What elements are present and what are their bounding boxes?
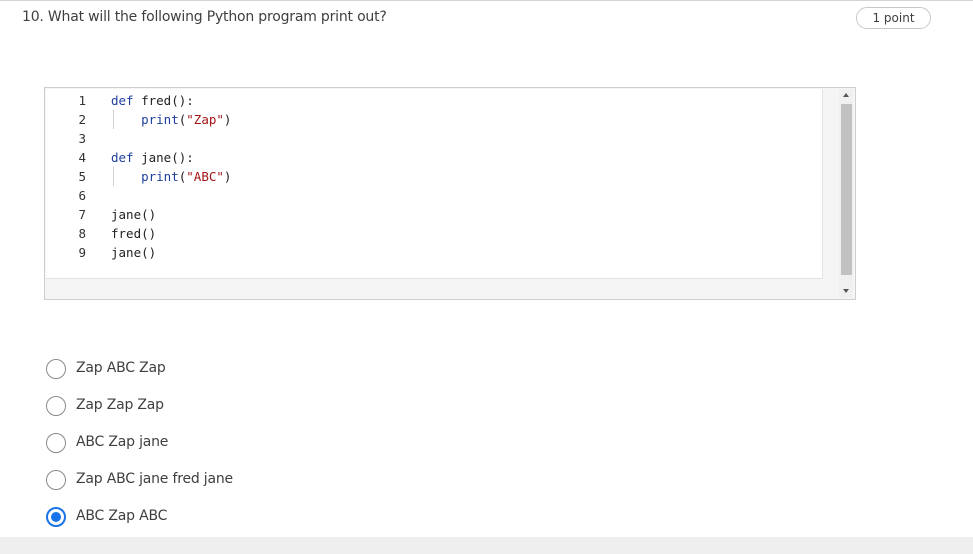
line-number: 9 bbox=[78, 245, 86, 260]
answer-option-label[interactable]: ABC Zap jane bbox=[76, 434, 168, 450]
scroll-down-arrow-icon[interactable] bbox=[843, 289, 849, 293]
code-text: def jane(): bbox=[111, 150, 194, 165]
footer-band bbox=[0, 537, 973, 554]
vertical-scrollbar[interactable] bbox=[839, 89, 853, 298]
answer-option[interactable]: ABC Zap ABC bbox=[46, 507, 446, 529]
answer-option[interactable]: Zap ABC jane fred jane bbox=[46, 470, 446, 492]
answer-option-label[interactable]: Zap ABC Zap bbox=[76, 360, 166, 376]
radio-unselected[interactable] bbox=[46, 470, 66, 490]
line-number: 6 bbox=[78, 188, 86, 203]
answer-option[interactable]: Zap ABC Zap bbox=[46, 359, 446, 381]
answer-option-label[interactable]: Zap ABC jane fred jane bbox=[76, 471, 233, 487]
code-line: 8 fred() bbox=[46, 224, 823, 243]
code-area[interactable]: 1 def fred(): 2 print("Zap") 3 4 def jane(): 5… bbox=[46, 89, 823, 279]
line-number: 5 bbox=[78, 169, 86, 184]
question-text: 10. What will the following Python progr… bbox=[22, 9, 387, 25]
code-line: 5 print("ABC") bbox=[46, 167, 823, 186]
code-text: print("ABC") bbox=[141, 169, 232, 184]
radio-unselected[interactable] bbox=[46, 359, 66, 379]
answer-option[interactable]: Zap Zap Zap bbox=[46, 396, 446, 418]
code-text: jane() bbox=[111, 207, 157, 222]
radio-dot-icon bbox=[51, 512, 61, 522]
line-number: 2 bbox=[78, 112, 86, 127]
line-number: 8 bbox=[78, 226, 86, 241]
radio-unselected[interactable] bbox=[46, 433, 66, 453]
code-text: fred() bbox=[111, 226, 157, 241]
radio-unselected[interactable] bbox=[46, 396, 66, 416]
line-number: 1 bbox=[78, 93, 86, 108]
code-line: 7 jane() bbox=[46, 205, 823, 224]
scroll-up-arrow-icon[interactable] bbox=[843, 93, 849, 97]
code-line: 3 bbox=[46, 129, 823, 148]
answer-option-label[interactable]: ABC Zap ABC bbox=[76, 508, 167, 524]
points-badge: 1 point bbox=[856, 7, 931, 29]
code-editor[interactable]: 1 def fred(): 2 print("Zap") 3 4 def jane(): 5… bbox=[44, 87, 856, 300]
line-number: 3 bbox=[78, 131, 86, 146]
code-line: 1 def fred(): bbox=[46, 91, 823, 110]
code-line: 6 bbox=[46, 186, 823, 205]
answer-option[interactable]: ABC Zap jane bbox=[46, 433, 446, 455]
code-text: jane() bbox=[111, 245, 157, 260]
line-number: 7 bbox=[78, 207, 86, 222]
code-text: print("Zap") bbox=[141, 112, 232, 127]
top-divider bbox=[0, 0, 973, 1]
radio-selected[interactable] bbox=[46, 507, 66, 527]
code-line: 4 def jane(): bbox=[46, 148, 823, 167]
code-line: 2 print("Zap") bbox=[46, 110, 823, 129]
line-number: 4 bbox=[78, 150, 86, 165]
answer-option-label[interactable]: Zap Zap Zap bbox=[76, 397, 164, 413]
code-line: 9 jane() bbox=[46, 243, 823, 262]
scrollbar-thumb[interactable] bbox=[841, 104, 852, 275]
code-text: def fred(): bbox=[111, 93, 194, 108]
